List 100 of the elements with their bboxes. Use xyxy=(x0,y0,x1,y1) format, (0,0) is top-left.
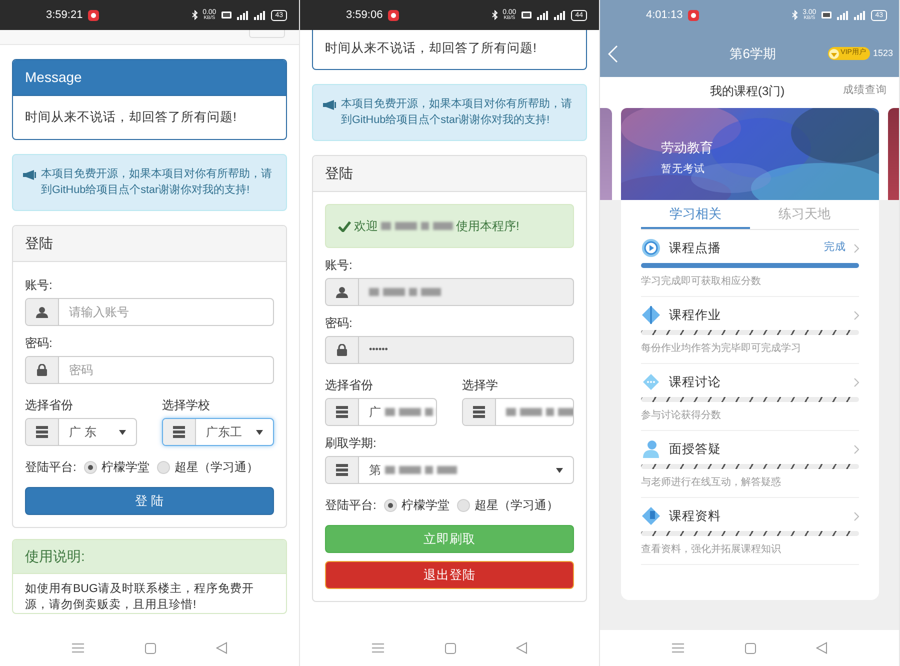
points-count: 1523 xyxy=(872,46,893,60)
bluetooth-icon xyxy=(192,10,198,20)
clock-time: 4:01:13 xyxy=(646,8,683,23)
hd-icon xyxy=(221,11,232,19)
hd-icon xyxy=(521,11,532,19)
course-name: 劳动教育 xyxy=(661,139,713,157)
clock-time: 3:59:06 xyxy=(346,8,383,23)
signal-icon xyxy=(554,10,566,20)
page-title: 第6学期 xyxy=(728,44,777,63)
select-value: 广 xyxy=(369,404,381,422)
menu-icon[interactable] xyxy=(372,643,384,653)
field-label: 密码: xyxy=(325,316,352,332)
alert-text: 本项目免费开源，如果本项目对你有所帮助，请到GitHub给项目点个star谢谢你对我的支持! xyxy=(41,166,273,198)
bluetooth-icon xyxy=(792,10,798,20)
hd-icon xyxy=(821,11,832,19)
radio-label[interactable]: 柠檬学堂 xyxy=(101,460,150,476)
item-title: 课程点播 xyxy=(669,240,721,257)
status-text: 完成 xyxy=(824,240,846,256)
play-icon xyxy=(641,238,661,258)
course-item[interactable]: 课程资料 xyxy=(641,504,859,528)
list-icon xyxy=(473,406,485,418)
home-icon[interactable] xyxy=(744,642,756,654)
placeholder-text: 密码 xyxy=(69,362,93,380)
home-icon[interactable] xyxy=(444,642,456,654)
course-item[interactable]: 课程讨论 xyxy=(641,370,859,394)
tab[interactable]: 学习相关 xyxy=(641,200,750,229)
signal-icon xyxy=(254,10,266,20)
select-field[interactable]: 广 xyxy=(325,398,437,426)
diamond-icon xyxy=(641,305,661,325)
alert-text: 本项目免费开源，如果本项目对你有所帮助，请到GitHub给项目点个star谢谢你对我的支持! xyxy=(341,96,573,128)
caret-icon xyxy=(556,468,563,473)
panel-heading: 使用说明: xyxy=(13,540,286,574)
item-description: 参与讨论获得分数 xyxy=(641,408,722,423)
panel-heading: 登陆 xyxy=(13,226,286,262)
field-label: 密码: xyxy=(25,336,52,352)
field-label: 登陆平台: xyxy=(25,460,76,476)
logout-button[interactable]: 退出登陆 xyxy=(325,561,574,590)
select-field[interactable] xyxy=(462,398,574,426)
item-description: 查看资料，强化并拓展课程知识 xyxy=(641,542,782,557)
lock-icon xyxy=(36,364,48,376)
chevron-right-icon xyxy=(854,512,859,520)
radio-label[interactable]: 超星（学习通） xyxy=(174,460,258,476)
signal-icon xyxy=(854,10,866,20)
radio-button[interactable] xyxy=(384,499,398,512)
field-label: 选择省份 xyxy=(325,378,373,394)
chat-bubble-icon xyxy=(641,372,661,392)
list-icon xyxy=(36,426,48,438)
back-icon[interactable] xyxy=(216,642,227,654)
radio-label[interactable]: 超星（学习通） xyxy=(474,498,558,514)
course-item[interactable]: 课程点播 完成 xyxy=(641,236,859,260)
user-icon xyxy=(36,306,48,318)
user-icon xyxy=(336,286,348,298)
caret-icon xyxy=(256,430,263,435)
radio-button[interactable] xyxy=(84,461,98,474)
message-text: 时间从来不说话，却回答了所有问题! xyxy=(325,41,536,55)
panel-heading: Message xyxy=(13,60,286,96)
panel-heading: 登陆 xyxy=(313,156,586,192)
menu-icon[interactable] xyxy=(672,643,684,653)
select-field[interactable]: 广东工 xyxy=(162,418,274,446)
select-value: 广 东 xyxy=(69,424,96,442)
field-label: 刷取学期: xyxy=(325,436,376,452)
item-description: 学习完成即可获取相应分数 xyxy=(641,274,762,289)
list-icon xyxy=(336,406,348,418)
course-card-preview[interactable] xyxy=(888,108,899,200)
back-icon[interactable] xyxy=(516,642,527,654)
course-item[interactable]: 面授答疑 xyxy=(641,437,859,461)
menu-icon[interactable] xyxy=(72,643,84,653)
lock-icon xyxy=(336,344,348,356)
grades-link[interactable]: 成绩查询 xyxy=(843,83,887,99)
section-title: 我的课程(3门) xyxy=(710,83,785,100)
field-label: 选择学 xyxy=(462,378,498,394)
field-label: 账号: xyxy=(25,278,52,294)
select-value: 广东工 xyxy=(206,424,242,442)
radio-button[interactable] xyxy=(157,461,170,474)
item-description: 与老师进行在线互动，解答疑惑 xyxy=(641,476,782,490)
usage-text: 如使用有BUG请及时联系楼主，程序免费开源，请勿倒卖贩卖，且用且珍惜! xyxy=(25,583,254,612)
exam-note: 暂无考试 xyxy=(661,162,706,176)
select-field[interactable]: 广 东 xyxy=(25,418,137,446)
bluetooth-icon xyxy=(492,10,498,20)
item-title: 面授答疑 xyxy=(669,440,721,458)
submit-button[interactable]: 登 陆 xyxy=(25,487,274,516)
welcome-text: 欢迎 xyxy=(354,218,378,236)
radio-label[interactable]: 柠檬学堂 xyxy=(401,498,450,514)
field-value: •••••• xyxy=(369,343,388,356)
chevron-right-icon xyxy=(854,378,859,386)
back-icon[interactable] xyxy=(816,642,827,654)
chevron-right-icon xyxy=(854,444,859,454)
radio-button[interactable] xyxy=(457,499,470,512)
home-icon[interactable] xyxy=(144,642,156,654)
select-field[interactable]: 第 xyxy=(325,456,574,484)
menu-toggle[interactable] xyxy=(249,30,285,38)
clock-time: 3:59:21 xyxy=(46,8,83,23)
notification-icon xyxy=(388,10,399,20)
field-label: 登陆平台: xyxy=(325,498,376,514)
message-text: 时间从来不说话，却回答了所有问题! xyxy=(25,110,236,124)
item-title: 课程讨论 xyxy=(669,374,721,391)
caret-icon xyxy=(119,430,126,435)
notification-icon xyxy=(688,10,699,20)
course-item[interactable]: 课程作业 xyxy=(641,303,859,327)
item-description: 每份作业均作答为完毕即可完成学习 xyxy=(641,342,802,356)
